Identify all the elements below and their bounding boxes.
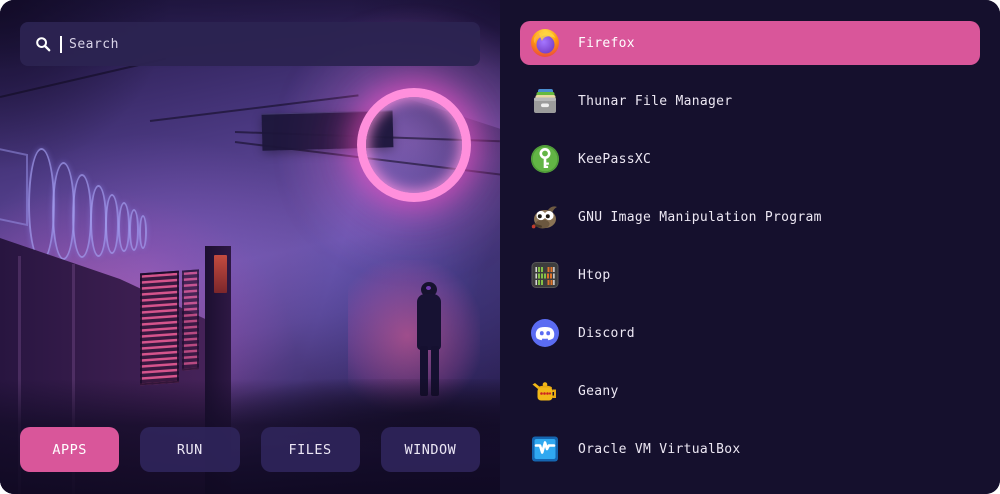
app-row-discord[interactable]: Discord (520, 311, 980, 355)
shutter-door (182, 269, 199, 370)
text-caret (60, 36, 62, 53)
app-row-gimp[interactable]: GNU Image Manipulation Program (520, 195, 980, 239)
search-input[interactable]: Search (20, 22, 480, 66)
htop-icon (530, 260, 560, 290)
app-label: KeePassXC (578, 152, 651, 167)
tab-run[interactable]: RUN (140, 427, 239, 472)
helmet-visor-glint (426, 286, 431, 290)
app-row-geany[interactable]: Geany (520, 369, 980, 413)
launcher-window: Search APPS RUN FILES WINDOW (0, 0, 1000, 494)
neon-ring-reflection (105, 194, 119, 254)
app-row-htop[interactable]: Htop (520, 253, 980, 297)
geany-icon (530, 376, 560, 406)
app-label: GNU Image Manipulation Program (578, 210, 822, 225)
app-label: Firefox (578, 36, 635, 51)
gimp-icon (530, 202, 560, 232)
keepassxc-icon (530, 144, 560, 174)
discord-icon (530, 318, 560, 348)
neon-ring-reflection (129, 209, 139, 251)
mode-tab-bar: APPS RUN FILES WINDOW (20, 427, 480, 472)
shutter-door (140, 271, 179, 386)
app-label: Thunar File Manager (578, 94, 732, 109)
firefox-icon (530, 28, 560, 58)
neon-ring-reflection (72, 174, 92, 258)
red-lamp (214, 255, 227, 293)
virtualbox-icon (530, 434, 560, 464)
app-row-thunar[interactable]: Thunar File Manager (520, 79, 980, 123)
app-label: Geany (578, 384, 619, 399)
neon-ring-reflection (139, 215, 147, 249)
app-row-firefox[interactable]: Firefox (520, 21, 980, 65)
app-row-virtualbox[interactable]: Oracle VM VirtualBox (520, 427, 980, 471)
search-icon (35, 36, 51, 52)
search-placeholder: Search (69, 37, 119, 52)
left-panel: Search APPS RUN FILES WINDOW (0, 0, 500, 494)
neon-ring-reflection (28, 148, 55, 262)
app-list: Firefox Thunar File Manager Ke (500, 0, 1000, 494)
wallpaper (0, 0, 500, 494)
person-torso (417, 294, 441, 350)
neon-rect-outline (0, 142, 28, 226)
app-label: Htop (578, 268, 611, 283)
app-label: Discord (578, 326, 635, 341)
app-label: Oracle VM VirtualBox (578, 442, 741, 457)
tab-apps[interactable]: APPS (20, 427, 119, 472)
tab-window[interactable]: WINDOW (381, 427, 480, 472)
tab-files[interactable]: FILES (261, 427, 360, 472)
neon-ring (357, 88, 471, 202)
thunar-icon (530, 86, 560, 116)
app-row-keepassxc[interactable]: KeePassXC (520, 137, 980, 181)
